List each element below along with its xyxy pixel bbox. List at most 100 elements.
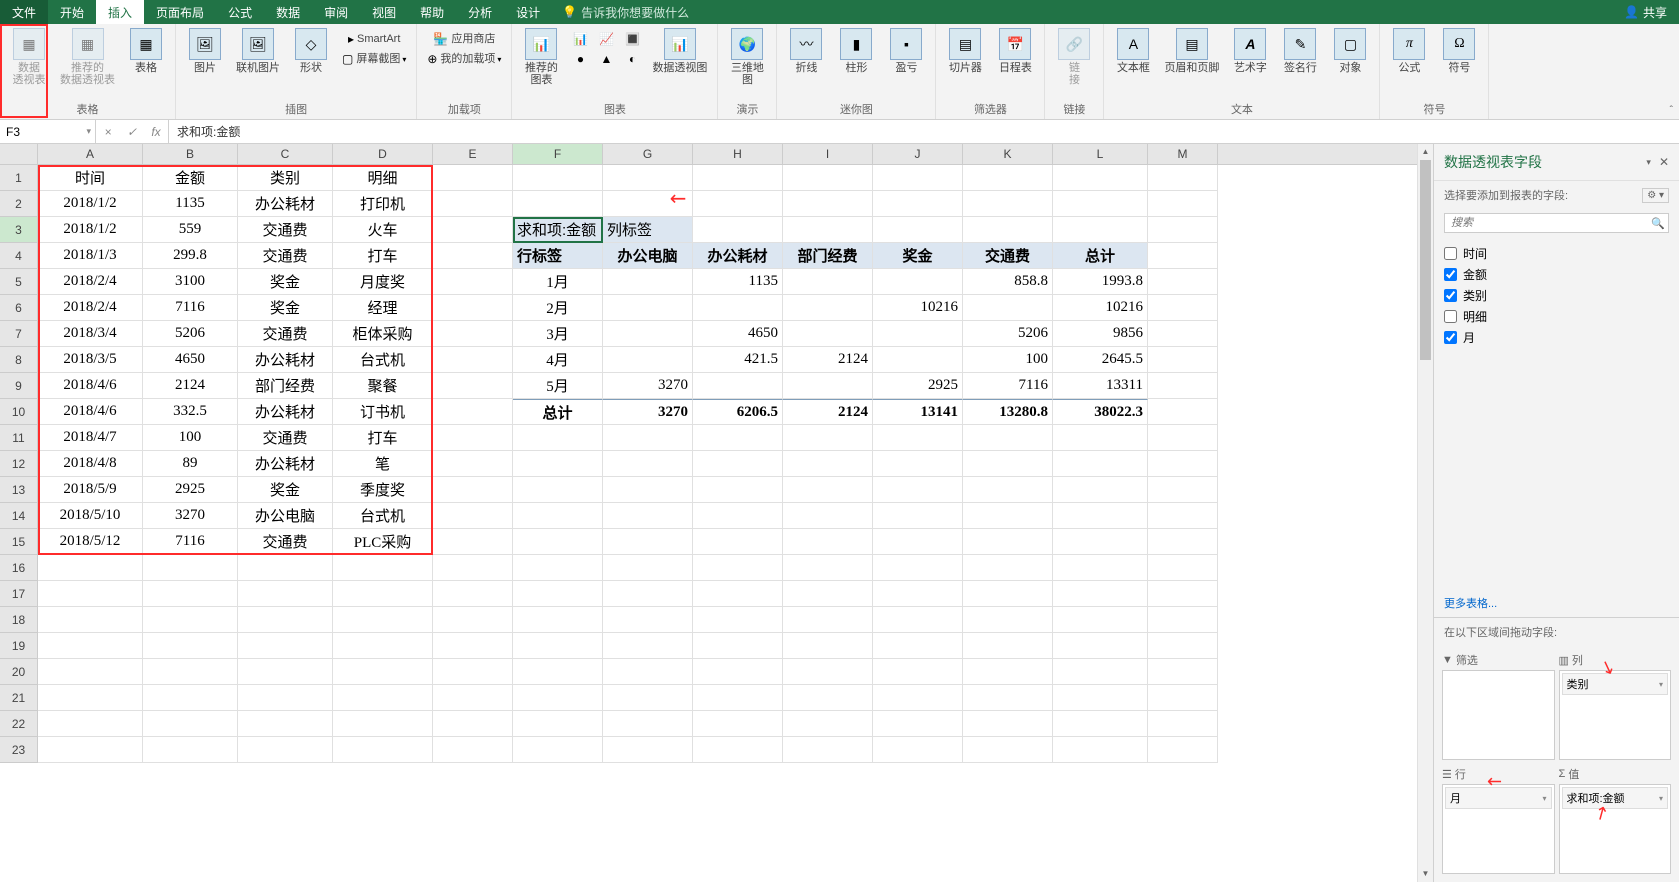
cell[interactable] bbox=[433, 555, 513, 581]
column-header[interactable]: G bbox=[603, 144, 693, 164]
fx-confirm-button[interactable]: ✓ bbox=[120, 125, 144, 139]
column-header[interactable]: F bbox=[513, 144, 603, 164]
cell[interactable] bbox=[433, 581, 513, 607]
cell[interactable] bbox=[603, 269, 693, 295]
cell[interactable] bbox=[873, 685, 963, 711]
cell[interactable] bbox=[433, 243, 513, 269]
row-header[interactable]: 12 bbox=[0, 451, 37, 477]
cell[interactable] bbox=[238, 685, 333, 711]
cell[interactable] bbox=[963, 503, 1053, 529]
cell[interactable] bbox=[238, 711, 333, 737]
cell[interactable]: 订书机 bbox=[333, 399, 433, 425]
cell[interactable] bbox=[513, 425, 603, 451]
cell[interactable] bbox=[693, 659, 783, 685]
shapes-button[interactable]: ◇形状 bbox=[288, 26, 334, 76]
cell[interactable]: 时间 bbox=[38, 165, 143, 191]
cell[interactable] bbox=[333, 607, 433, 633]
cell[interactable] bbox=[963, 633, 1053, 659]
tab-data[interactable]: 数据 bbox=[264, 0, 312, 24]
cell[interactable] bbox=[693, 165, 783, 191]
cell[interactable]: 办公耗材 bbox=[693, 243, 783, 269]
cell[interactable] bbox=[238, 659, 333, 685]
cell[interactable] bbox=[1053, 555, 1148, 581]
cell[interactable] bbox=[783, 217, 873, 243]
timeline-button[interactable]: 📅日程表 bbox=[992, 26, 1038, 76]
cell[interactable]: 5月 bbox=[513, 373, 603, 399]
cell[interactable] bbox=[238, 633, 333, 659]
cell[interactable] bbox=[693, 477, 783, 503]
tab-formula[interactable]: 公式 bbox=[216, 0, 264, 24]
cell[interactable] bbox=[143, 581, 238, 607]
cell[interactable] bbox=[693, 711, 783, 737]
cell[interactable]: 2018/5/12 bbox=[38, 529, 143, 555]
cell[interactable] bbox=[603, 685, 693, 711]
pivot-table-button[interactable]: ▦数据 透视表 bbox=[6, 26, 52, 88]
my-addins-button[interactable]: ⊕我的加载项▾ bbox=[423, 50, 505, 68]
row-header[interactable]: 21 bbox=[0, 685, 37, 711]
cell[interactable] bbox=[433, 347, 513, 373]
scroll-down-icon[interactable]: ▼ bbox=[1418, 866, 1433, 882]
cell[interactable] bbox=[693, 295, 783, 321]
cell[interactable] bbox=[143, 711, 238, 737]
cell[interactable]: 求和项:金额 bbox=[513, 217, 603, 243]
cell[interactable] bbox=[603, 737, 693, 763]
cell[interactable] bbox=[38, 659, 143, 685]
cell[interactable] bbox=[603, 477, 693, 503]
cell[interactable] bbox=[433, 633, 513, 659]
collapse-ribbon-button[interactable]: ˆ bbox=[1670, 105, 1673, 116]
equation-button[interactable]: π公式 bbox=[1386, 26, 1432, 76]
cell[interactable] bbox=[1053, 711, 1148, 737]
cell[interactable] bbox=[1148, 503, 1218, 529]
cell[interactable]: 柜体采购 bbox=[333, 321, 433, 347]
sparkline-winloss-button[interactable]: ▪盈亏 bbox=[883, 26, 929, 76]
cell[interactable] bbox=[603, 555, 693, 581]
cell[interactable]: 2018/4/7 bbox=[38, 425, 143, 451]
cell[interactable] bbox=[783, 191, 873, 217]
symbol-button[interactable]: Ω符号 bbox=[1436, 26, 1482, 76]
pivot-chart-button[interactable]: 📊数据透视图 bbox=[648, 26, 711, 76]
cell[interactable] bbox=[783, 659, 873, 685]
cell[interactable] bbox=[1053, 529, 1148, 555]
cell[interactable] bbox=[783, 607, 873, 633]
cell[interactable] bbox=[603, 191, 693, 217]
chart-type-1[interactable]: 📊 bbox=[568, 30, 592, 48]
cell[interactable]: 2018/1/2 bbox=[38, 191, 143, 217]
cell[interactable]: 台式机 bbox=[333, 347, 433, 373]
signature-line-button[interactable]: ✎签名行 bbox=[1277, 26, 1323, 76]
tab-design[interactable]: 设计 bbox=[504, 0, 552, 24]
row-header[interactable]: 13 bbox=[0, 477, 37, 503]
cell[interactable] bbox=[143, 633, 238, 659]
cell[interactable] bbox=[873, 347, 963, 373]
cell[interactable]: 2124 bbox=[783, 347, 873, 373]
cell[interactable]: 奖金 bbox=[873, 243, 963, 269]
cell[interactable]: 交通费 bbox=[238, 529, 333, 555]
cell[interactable] bbox=[963, 191, 1053, 217]
column-header[interactable]: J bbox=[873, 144, 963, 164]
cell[interactable]: 2018/1/2 bbox=[38, 217, 143, 243]
row-header[interactable]: 2 bbox=[0, 191, 37, 217]
cell[interactable]: 交通费 bbox=[238, 243, 333, 269]
cell[interactable] bbox=[873, 217, 963, 243]
cell[interactable] bbox=[1053, 685, 1148, 711]
cell[interactable] bbox=[333, 685, 433, 711]
cell[interactable] bbox=[603, 295, 693, 321]
wordart-button[interactable]: A艺术字 bbox=[1227, 26, 1273, 76]
cell[interactable] bbox=[603, 451, 693, 477]
slicer-button[interactable]: ▤切片器 bbox=[942, 26, 988, 76]
column-header[interactable]: M bbox=[1148, 144, 1218, 164]
cell[interactable] bbox=[1148, 269, 1218, 295]
object-button[interactable]: ▢对象 bbox=[1327, 26, 1373, 76]
cell[interactable] bbox=[433, 165, 513, 191]
cell[interactable]: 明细 bbox=[333, 165, 433, 191]
cell[interactable] bbox=[513, 737, 603, 763]
cell[interactable] bbox=[693, 503, 783, 529]
table-button[interactable]: ▦表格 bbox=[123, 26, 169, 76]
name-box[interactable]: F3 bbox=[0, 120, 96, 143]
cell[interactable] bbox=[513, 191, 603, 217]
cell[interactable] bbox=[433, 607, 513, 633]
cell[interactable]: 台式机 bbox=[333, 503, 433, 529]
header-footer-button[interactable]: ▤页眉和页脚 bbox=[1160, 26, 1223, 76]
cell[interactable] bbox=[963, 165, 1053, 191]
cell[interactable] bbox=[513, 477, 603, 503]
column-header[interactable]: K bbox=[963, 144, 1053, 164]
